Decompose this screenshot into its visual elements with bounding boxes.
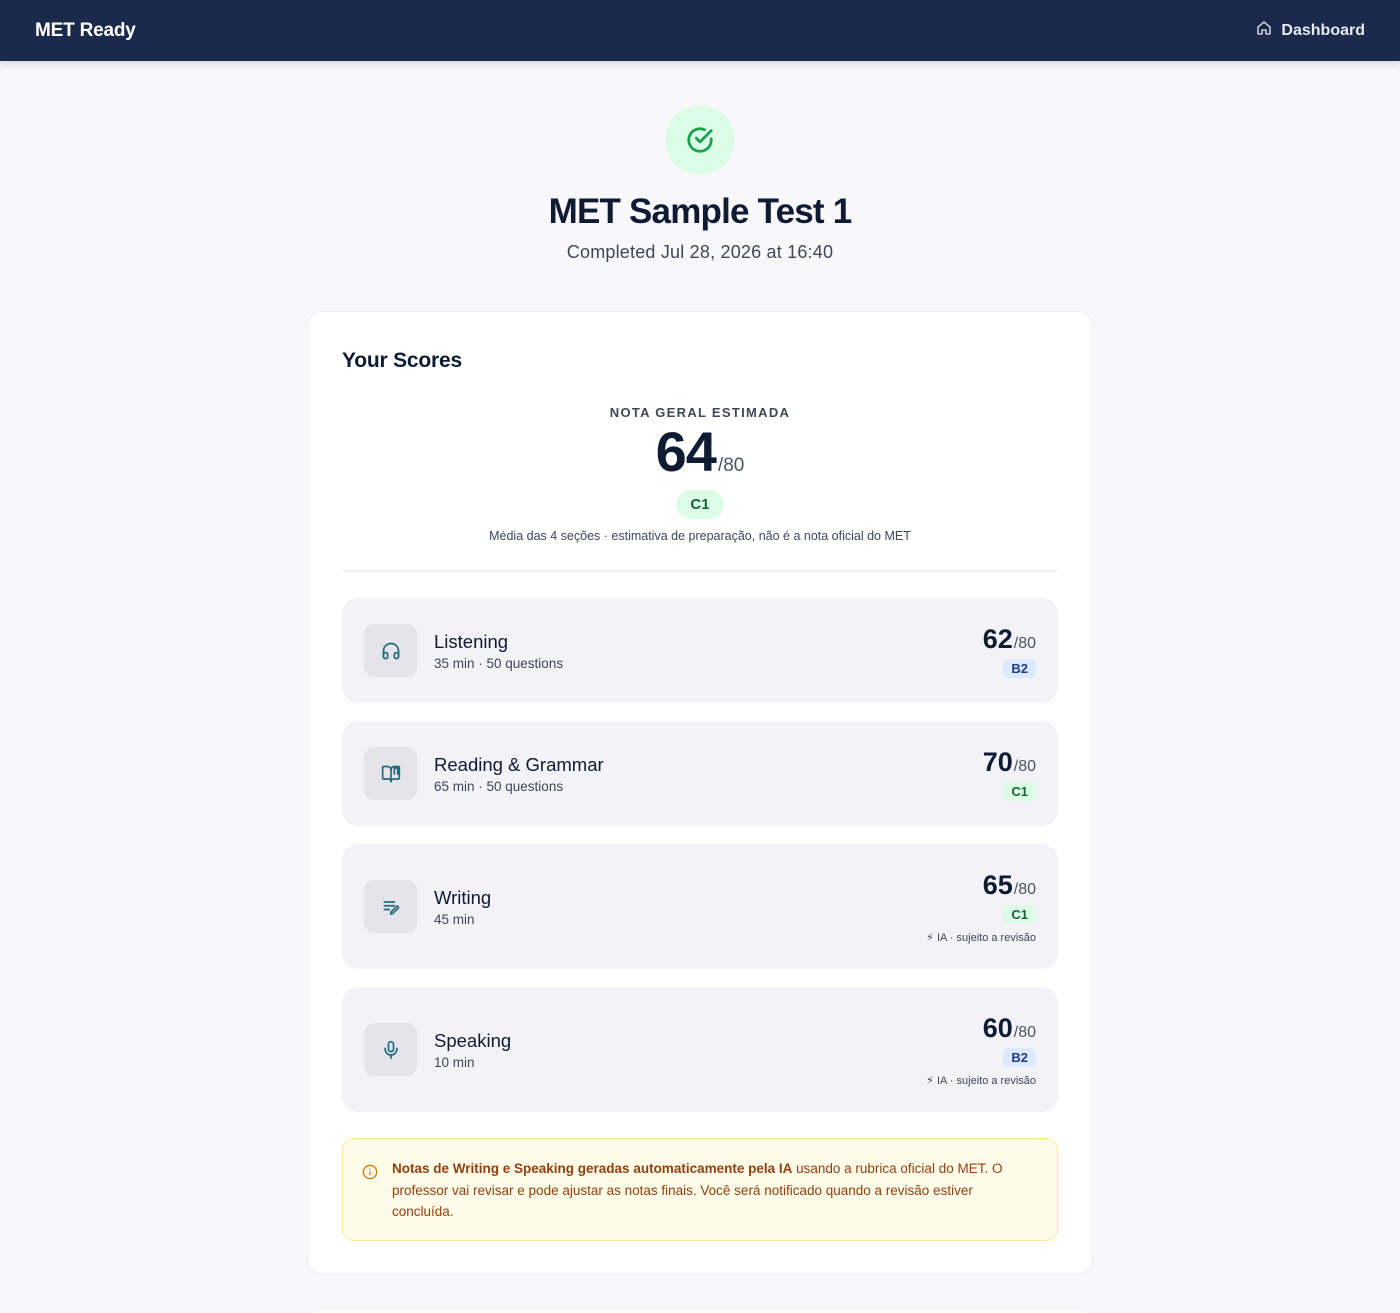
info-icon (362, 1164, 378, 1223)
overall-score-value: 64 (655, 420, 717, 483)
section-writing[interactable]: Writing 45 min 65 /80 C1 ⚡ IA · sujeito … (342, 844, 1058, 969)
section-meta: 45 min (434, 911, 475, 927)
section-name: Listening (434, 630, 509, 652)
dashboard-link-label: Dashboard (1281, 21, 1365, 39)
section-score-max: /80 (1013, 758, 1036, 775)
overall-label: NOTA GERAL ESTIMADA (609, 405, 791, 420)
ai-grading-notice: Notas de Writing e Speaking geradas auto… (342, 1138, 1058, 1241)
notice-text: Notas de Writing e Speaking geradas auto… (392, 1158, 1037, 1223)
completion-hero: MET Sample Test 1 Completed Jul 28, 2026… (0, 61, 1400, 263)
overall-note: Média das 4 seções · estimativa de prepa… (489, 529, 911, 543)
section-score: 60 /80 (983, 1012, 1036, 1044)
section-speaking[interactable]: Speaking 10 min 60 /80 B2 ⚡ IA · sujeito… (342, 987, 1058, 1112)
dashboard-link[interactable]: Dashboard (1256, 20, 1365, 41)
section-score: 62 /80 (983, 623, 1036, 655)
brand-logo[interactable]: MET Ready (35, 20, 136, 42)
section-meta: 10 min (434, 1054, 475, 1070)
section-score-value: 60 (982, 1013, 1013, 1043)
divider (342, 570, 1058, 572)
section-score-max: /80 (1013, 1024, 1036, 1041)
check-circle-icon (665, 105, 735, 175)
completion-date: Completed Jul 28, 2026 at 16:40 (566, 242, 834, 262)
notice-bold: Notas de Writing e Speaking geradas auto… (392, 1161, 793, 1176)
level-badge: B2 (1003, 659, 1036, 678)
section-score: 65 /80 (983, 869, 1036, 901)
next-card (307, 1308, 1093, 1313)
section-list: Listening 35 min · 50 questions 62 /80 B… (342, 598, 1058, 1112)
section-listening[interactable]: Listening 35 min · 50 questions 62 /80 B… (342, 598, 1058, 703)
section-meta: 35 min · 50 questions (434, 655, 564, 671)
section-name: Reading & Grammar (434, 753, 604, 775)
pen-lines-icon (364, 880, 417, 933)
section-score-value: 65 (982, 870, 1013, 900)
section-name: Writing (434, 886, 492, 908)
overall-score-max: /80 (717, 455, 745, 476)
section-reading-grammar[interactable]: Reading & Grammar 65 min · 50 questions … (342, 721, 1058, 826)
overall-score-block: NOTA GERAL ESTIMADA 64 /80 C1 Média das … (342, 405, 1058, 543)
top-navbar: MET Ready Dashboard (0, 0, 1400, 61)
section-score: 70 /80 (983, 746, 1036, 778)
book-open-icon (364, 747, 417, 800)
section-score-value: 70 (982, 747, 1013, 777)
level-badge: B2 (1003, 1048, 1036, 1067)
scores-title: Your Scores (342, 349, 462, 372)
microphone-icon (364, 1023, 417, 1076)
overall-level-badge: C1 (676, 490, 724, 519)
section-score-max: /80 (1013, 635, 1036, 652)
section-score-value: 62 (982, 624, 1013, 654)
overall-score: 64 /80 (342, 422, 1058, 482)
level-badge: C1 (1003, 905, 1036, 924)
section-meta: 65 min · 50 questions (434, 778, 564, 794)
section-name: Speaking (434, 1029, 512, 1051)
section-score-max: /80 (1013, 881, 1036, 898)
level-badge: C1 (1003, 782, 1036, 801)
scores-card: Your Scores NOTA GERAL ESTIMADA 64 /80 C… (307, 311, 1093, 1274)
headphones-icon (364, 624, 417, 677)
ai-review-note: ⚡ IA · sujeito a revisão (926, 1075, 1036, 1087)
ai-review-note: ⚡ IA · sujeito a revisão (926, 932, 1036, 944)
home-icon (1256, 20, 1272, 41)
test-title: MET Sample Test 1 (548, 192, 853, 231)
